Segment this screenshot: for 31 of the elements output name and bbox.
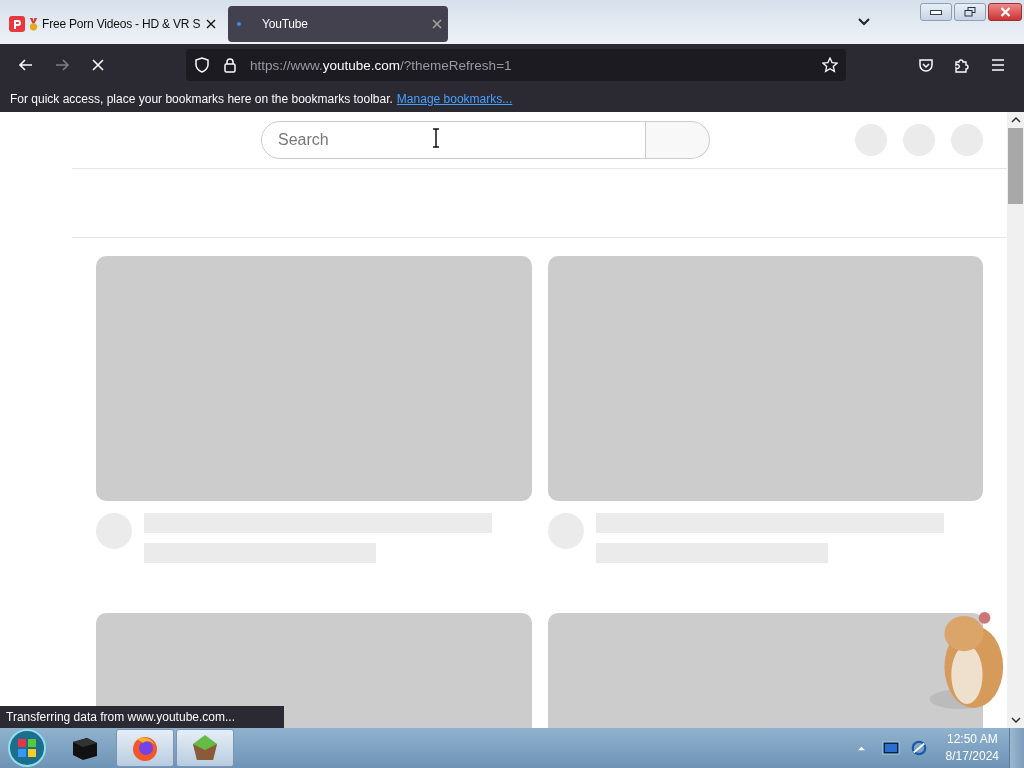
close-window-button[interactable] [988,3,1022,21]
medal-icon [28,17,39,31]
loading-dot-icon [237,22,241,26]
gem-icon [190,733,220,763]
scroll-down-icon[interactable] [1010,717,1021,723]
tab-list-chevron-icon[interactable] [858,18,870,26]
browser-tab[interactable]: YouTube [228,6,448,42]
close-icon [999,7,1011,17]
url-field[interactable]: https://www.youtube.com/?themeRefresh=1 [250,57,512,73]
text-cursor-icon [432,128,440,148]
bookmark-star-icon[interactable] [822,57,838,73]
restore-icon [964,7,976,17]
search-field[interactable]: Search [261,121,646,159]
browser-tab[interactable]: Free Porn Videos - HD & VR S [4,6,222,42]
scroll-up-icon[interactable] [1010,117,1021,123]
lock-icon[interactable] [222,57,238,73]
network-globe-icon[interactable] [909,740,928,756]
scrollbar[interactable] [1007,112,1024,728]
scrollbar-thumb[interactable] [1008,128,1023,204]
manage-bookmarks-link[interactable]: Manage bookmarks... [396,92,513,106]
minimize-button[interactable] [920,3,952,21]
restore-button[interactable] [954,3,986,21]
monitor-icon[interactable] [881,740,900,756]
close-icon[interactable] [206,19,216,29]
bookmarks-hint-text: For quick access, place your bookmarks here on the bookmarks toolbar. [10,92,393,106]
status-text: Transferring data from www.youtube.com... [0,706,284,728]
site-logo-icon [9,16,25,32]
shield-icon[interactable] [194,57,210,73]
taskbar-app-button[interactable] [176,729,234,767]
taskbar-app-button[interactable] [116,729,174,767]
tray-expand-icon[interactable] [856,744,866,752]
